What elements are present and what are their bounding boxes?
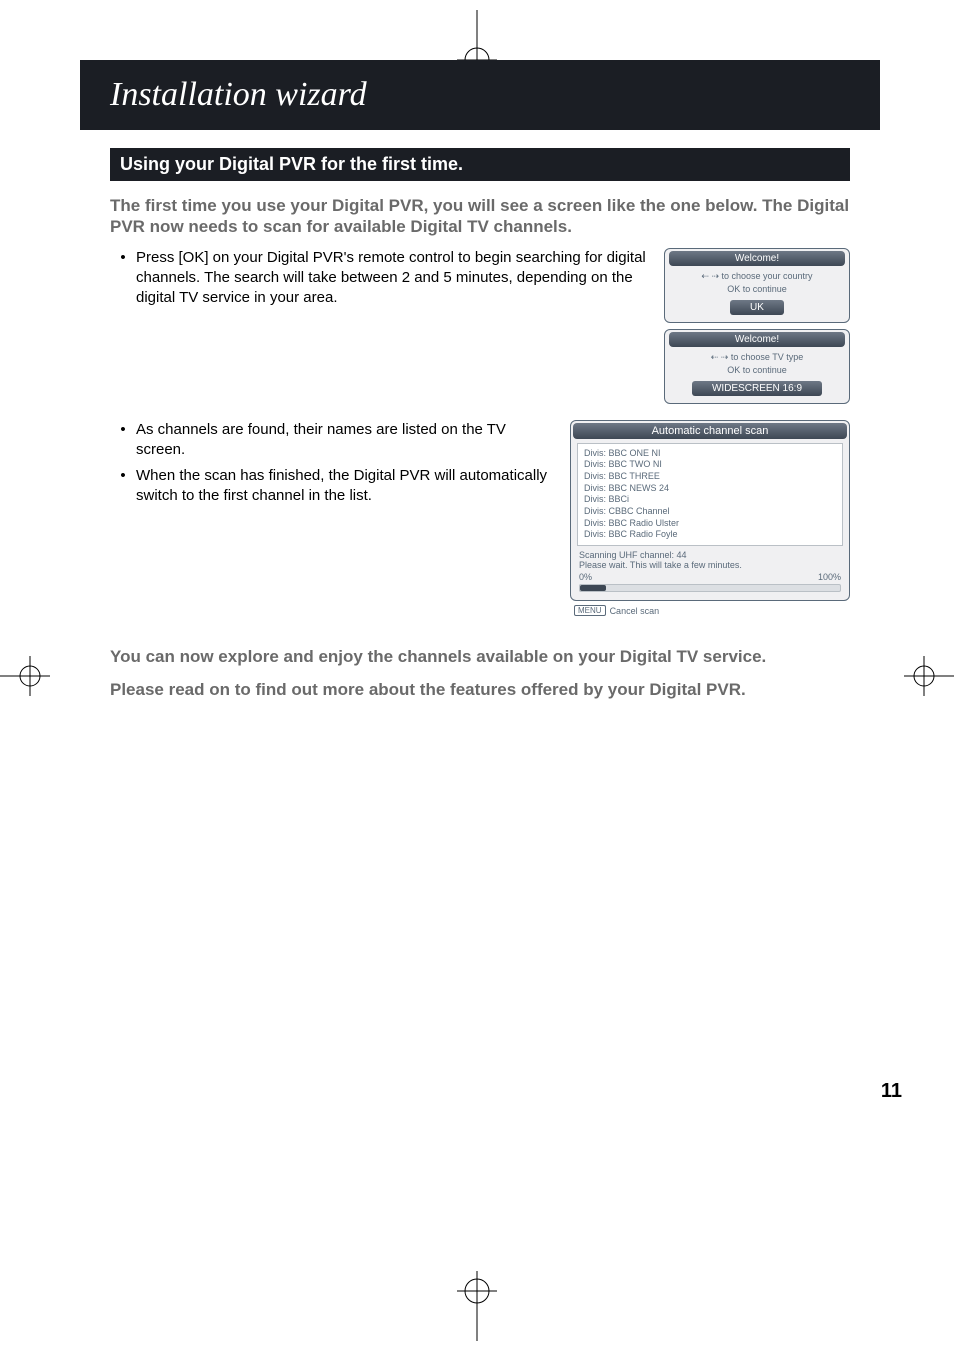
bullet-icon: •: [110, 420, 136, 461]
bullet-list-a: •Press [OK] on your Digital PVR's remote…: [110, 248, 648, 309]
welcome-hint-1: ⇠ ⇢ to choose your country: [675, 271, 839, 282]
bullet-icon: •: [110, 248, 136, 309]
list-item-text: Press [OK] on your Digital PVR's remote …: [136, 248, 648, 309]
welcome-hint-2: OK to continue: [675, 365, 839, 375]
scan-list-item: Divis: BBC Radio Foyle: [584, 529, 836, 541]
scan-status-line: Scanning UHF channel: 44: [579, 550, 841, 560]
scan-channel-list: Divis: BBC ONE NIDivis: BBC TWO NIDivis:…: [577, 443, 843, 547]
scan-status-line: Please wait. This will take a few minute…: [579, 560, 841, 570]
scan-panel: Automatic channel scan Divis: BBC ONE NI…: [570, 420, 850, 602]
outro-text-1: You can now explore and enjoy the channe…: [110, 646, 850, 667]
progress-left-label: 0%: [579, 572, 592, 582]
scan-footer: MENU Cancel scan: [570, 605, 850, 616]
list-item-text: As channels are found, their names are l…: [136, 420, 554, 461]
progress-fill: [580, 585, 606, 591]
scan-list-item: Divis: BBC NEWS 24: [584, 483, 836, 495]
crop-mark-right: [894, 646, 954, 706]
scan-list-item: Divis: BBC Radio Ulster: [584, 518, 836, 530]
menu-key-icon: MENU: [574, 605, 606, 616]
list-item: •Press [OK] on your Digital PVR's remote…: [110, 248, 648, 309]
welcome-panel-tv-type: Welcome! ⇠ ⇢ to choose TV type OK to con…: [664, 329, 850, 404]
outro-text-2: Please read on to find out more about th…: [110, 679, 850, 700]
scan-list-item: Divis: BBC THREE: [584, 471, 836, 483]
scan-list-item: Divis: BBC ONE NI: [584, 448, 836, 460]
section-heading: Using your Digital PVR for the first tim…: [110, 148, 850, 181]
list-item: •As channels are found, their names are …: [110, 420, 554, 461]
progress-bar: [579, 584, 841, 592]
scan-list-item: Divis: CBBC Channel: [584, 506, 836, 518]
scan-list-item: Divis: BBCi: [584, 494, 836, 506]
page-number: 11: [881, 1080, 902, 1103]
welcome-hint-2: OK to continue: [675, 284, 839, 294]
page-title: Installation wizard: [110, 76, 367, 114]
welcome-title: Welcome!: [669, 332, 845, 347]
crop-mark-bottom: [437, 1261, 517, 1341]
intro-text: The first time you use your Digital PVR,…: [110, 195, 850, 238]
scan-title: Automatic channel scan: [573, 423, 847, 439]
country-pill: UK: [730, 300, 784, 315]
tv-type-pill: WIDESCREEN 16:9: [692, 381, 822, 396]
header-band: Installation wizard: [80, 60, 880, 130]
crop-mark-left: [0, 646, 60, 706]
welcome-title: Welcome!: [669, 251, 845, 266]
bullet-list-b: •As channels are found, their names are …: [110, 420, 554, 507]
bullet-icon: •: [110, 466, 136, 507]
list-item-text: When the scan has finished, the Digital …: [136, 466, 554, 507]
progress-right-label: 100%: [818, 572, 841, 582]
welcome-panel-country: Welcome! ⇠ ⇢ to choose your country OK t…: [664, 248, 850, 323]
scan-footer-text: Cancel scan: [610, 606, 660, 616]
list-item: •When the scan has finished, the Digital…: [110, 466, 554, 507]
scan-list-item: Divis: BBC TWO NI: [584, 459, 836, 471]
welcome-hint-1: ⇠ ⇢ to choose TV type: [675, 352, 839, 363]
